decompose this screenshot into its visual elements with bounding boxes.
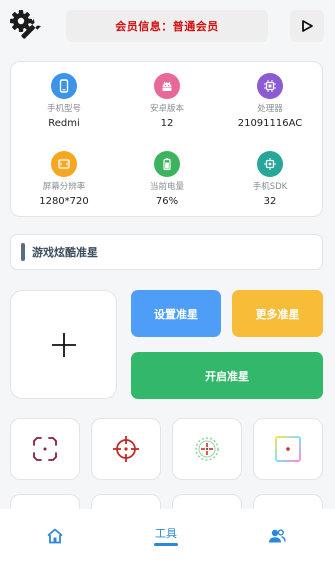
start-crosshair-button[interactable]: 开启准星: [131, 352, 323, 399]
home-icon: [47, 528, 63, 544]
nav-tools[interactable]: 工具: [154, 527, 178, 546]
info-label: 手机型号: [46, 104, 81, 114]
crosshair-preset-2[interactable]: [91, 418, 161, 480]
info-label: 手机SDK: [252, 182, 288, 192]
info-label: 屏幕分辨率: [42, 182, 86, 192]
info-label: 安卓版本: [149, 104, 184, 114]
screen-icon: [51, 151, 77, 177]
section-marker: [21, 243, 25, 261]
crosshair-gradient-square-icon: [275, 436, 301, 462]
nav-users[interactable]: [268, 527, 286, 545]
users-icon: [269, 529, 286, 543]
crosshair-preset-3[interactable]: [172, 418, 242, 480]
battery-icon: [154, 151, 180, 177]
info-screen-resolution: 屏幕分辨率 1280*720: [12, 151, 116, 208]
nav-tools-label: 工具: [155, 527, 177, 540]
nav-home[interactable]: [46, 527, 64, 545]
play-button[interactable]: [290, 10, 324, 42]
info-value: Redmi: [48, 118, 80, 129]
crosshair-circle-icon: [113, 436, 139, 462]
crosshair-preset-1[interactable]: [10, 418, 80, 480]
section-header: 游戏炫酷准星: [10, 234, 323, 270]
info-label: 当前电量: [149, 182, 184, 192]
nav-active-indicator: [154, 543, 178, 546]
cpu-icon: [257, 73, 283, 99]
section-title: 游戏炫酷准星: [32, 246, 98, 259]
crosshair-bracket-icon: [33, 437, 57, 461]
crosshair-preset-4[interactable]: [253, 418, 323, 480]
android-icon: [154, 73, 180, 99]
info-sdk: 手机SDK 32: [218, 151, 322, 208]
info-value: 1280*720: [39, 196, 89, 207]
plus-icon: [51, 332, 76, 357]
info-value: 32: [263, 196, 277, 207]
phone-icon: [51, 73, 77, 99]
member-info-badge: 会员信息：普通会员: [66, 10, 268, 42]
gear-wrench-icon: [10, 10, 41, 39]
set-crosshair-button[interactable]: 设置准星: [131, 290, 221, 337]
info-value: 21091116AC: [237, 118, 303, 129]
info-android-version: 安卓版本 12: [115, 73, 219, 130]
info-phone-model: 手机型号 Redmi: [12, 73, 116, 130]
add-crosshair-button[interactable]: [10, 290, 117, 399]
more-crosshair-button[interactable]: 更多准星: [232, 290, 323, 337]
sdk-chip-icon: [257, 151, 283, 177]
settings-button[interactable]: [10, 9, 44, 41]
info-battery: 当前电量 76%: [115, 151, 219, 208]
info-processor: 处理器 21091116AC: [218, 73, 322, 130]
bottom-navigation: 工具: [0, 509, 335, 567]
device-info-card: 手机型号 Redmi 安卓版本 12 处理器 21091116AC 屏幕分辨率 …: [10, 61, 323, 217]
info-value: 76%: [155, 196, 179, 207]
crosshair-dotted-ring-icon: [195, 437, 219, 461]
top-bar: 会员信息：普通会员: [0, 0, 335, 52]
play-icon: [302, 20, 313, 32]
info-label: 处理器: [257, 104, 283, 114]
info-value: 12: [160, 118, 174, 129]
